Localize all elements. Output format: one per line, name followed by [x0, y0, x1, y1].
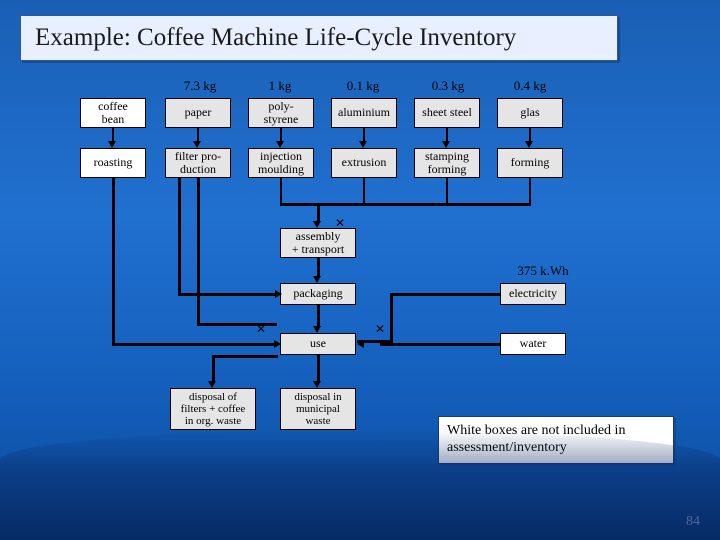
box-disposal-organic: disposal of filters + coffee in org. was…: [170, 388, 256, 430]
box-coffee-bean: coffee bean: [80, 98, 146, 128]
mass-electricity: 375 k.Wh: [508, 263, 578, 279]
slide-title: Example: Coffee Machine Life-Cycle Inven…: [20, 15, 618, 61]
box-polystyrene: poly- styrene: [248, 98, 314, 128]
mass-aluminium: 0.1 kg: [333, 78, 393, 94]
box-glas: glas: [497, 98, 563, 128]
flow-x-mark: ✕: [335, 217, 345, 229]
box-disposal-municipal: disposal in municipal waste: [280, 388, 356, 430]
box-extrusion: extrusion: [331, 148, 397, 178]
box-stamping-forming: stamping forming: [414, 148, 480, 178]
box-injection-moulding: injection moulding: [248, 148, 314, 178]
box-forming: forming: [497, 148, 563, 178]
slide: { "title": "Example: Coffee Machine Life…: [0, 0, 720, 540]
box-aluminium: aluminium: [331, 98, 397, 128]
mass-sheet-steel: 0.3 kg: [418, 78, 478, 94]
mass-paper: 7.3 kg: [170, 78, 230, 94]
box-filter-production: filter pro- duction: [165, 148, 231, 178]
box-sheet-steel: sheet steel: [414, 98, 480, 128]
box-electricity: electricity: [500, 283, 566, 305]
box-paper: paper: [165, 98, 231, 128]
box-assembly-transport: assembly + transport: [280, 228, 356, 258]
flow-x-mark: ✕: [375, 323, 385, 335]
mass-polystyrene: 1 kg: [250, 78, 310, 94]
box-water: water: [500, 333, 566, 355]
box-packaging: packaging: [280, 283, 356, 305]
mass-glas: 0.4 kg: [500, 78, 560, 94]
decorative-wave: [0, 430, 720, 540]
box-roasting: roasting: [80, 148, 146, 178]
box-use: use: [280, 333, 356, 355]
